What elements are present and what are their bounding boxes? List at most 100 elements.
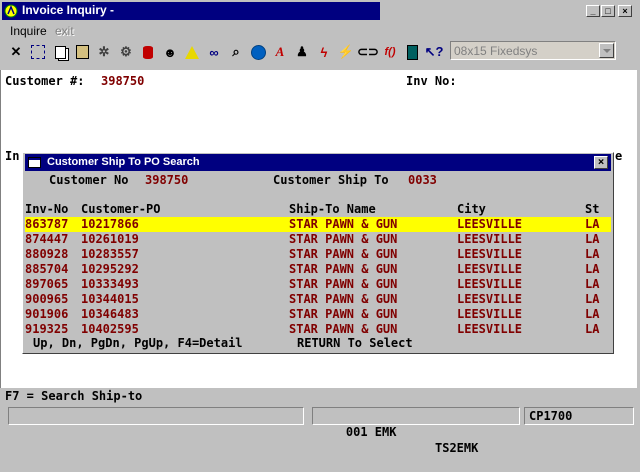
search-icon[interactable]: ⌕ — [226, 42, 246, 62]
column-header-city: City — [457, 202, 486, 216]
database-icon[interactable] — [138, 42, 158, 62]
minimize-button[interactable]: _ — [586, 5, 600, 17]
settings-icon[interactable]: ✲ — [94, 42, 114, 62]
cell-customer-po: 10261019 — [81, 232, 139, 246]
paste-icon[interactable] — [72, 42, 92, 62]
cell-ship-to-name: STAR PAWN & GUN — [289, 277, 398, 291]
clipped-text-left: In — [5, 149, 20, 163]
cell-ship-to-name: STAR PAWN & GUN — [289, 232, 398, 246]
user-icon[interactable]: ☻ — [160, 42, 180, 62]
flash-doc-icon[interactable]: ⚡ — [336, 42, 356, 62]
dialog-close-button[interactable]: × — [594, 156, 608, 169]
cell-ship-to-name: STAR PAWN & GUN — [289, 217, 398, 231]
table-row[interactable]: 885704 10295292 STAR PAWN & GUN LEESVILLE LA — [25, 262, 611, 277]
cell-customer-po: 10344015 — [81, 292, 139, 306]
binoculars-icon[interactable]: ∞ — [204, 42, 224, 62]
ship-to-value: 0033 — [408, 173, 437, 187]
window-title: Invoice Inquiry - — [22, 3, 115, 17]
cell-ship-to-name: STAR PAWN & GUN — [289, 262, 398, 276]
cell-customer-po: 10217866 — [81, 217, 139, 231]
cell-customer-po: 10295292 — [81, 262, 139, 276]
column-header-state: St — [585, 202, 600, 216]
person-icon[interactable]: ♟ — [292, 42, 312, 62]
cell-city: LEESVILLE — [457, 292, 523, 306]
ship-to-label: Customer Ship To — [273, 173, 389, 187]
font-select-value: 08x15 Fixedsys — [454, 44, 538, 58]
dialog-title: Customer Ship To PO Search — [47, 156, 200, 168]
cell-ship-to-name: STAR PAWN & GUN — [289, 322, 398, 336]
menu-bar: Inquire exit — [0, 23, 640, 40]
cell-inv-no: 885704 — [25, 262, 69, 276]
list-icon[interactable] — [402, 42, 422, 62]
table-row[interactable]: 900965 10344015 STAR PAWN & GUN LEESVILLE LA — [25, 292, 611, 307]
cell-state: LA — [585, 307, 600, 321]
link-icon[interactable]: ⊂⊃ — [357, 42, 379, 62]
select-icon[interactable] — [28, 42, 48, 62]
maximize-button[interactable]: □ — [601, 5, 615, 17]
status-session-id: TS2EMK — [435, 441, 479, 455]
menu-exit[interactable]: exit — [55, 24, 74, 38]
status-message — [8, 407, 304, 425]
cell-customer-po: 10346483 — [81, 307, 139, 321]
function-key-hint: F7 = Search Ship-to — [5, 389, 143, 403]
column-header-inv-no: Inv-No — [25, 202, 69, 216]
cell-city: LEESVILLE — [457, 307, 523, 321]
status-code: CP1700 — [524, 407, 634, 425]
close-x-icon[interactable]: ✕ — [6, 42, 26, 62]
window-icon — [28, 157, 41, 168]
cell-inv-no: 897065 — [25, 277, 69, 291]
table-row[interactable]: 901906 10346483 STAR PAWN & GUN LEESVILLE LA — [25, 307, 611, 322]
table-row[interactable]: 880928 10283557 STAR PAWN & GUN LEESVILLE LA — [25, 247, 611, 262]
customer-no-label: Customer No — [49, 173, 129, 187]
cell-city: LEESVILLE — [457, 247, 523, 261]
globe-icon[interactable] — [248, 42, 268, 62]
menu-inquire[interactable]: Inquire — [10, 24, 47, 38]
customer-value: 398750 — [101, 74, 145, 88]
column-header-ship-to-name: Ship-To Name — [289, 202, 376, 216]
cell-city: LEESVILLE — [457, 262, 523, 276]
table-row[interactable]: 919325 10402595 STAR PAWN & GUN LEESVILLE LA — [25, 322, 611, 337]
cell-inv-no: 863787 — [25, 217, 69, 231]
cell-state: LA — [585, 277, 600, 291]
warning-icon[interactable] — [182, 42, 202, 62]
table-row-selected[interactable]: 863787 10217866 STAR PAWN & GUN LEESVILLE LA — [25, 217, 611, 232]
column-header-customer-po: Customer-PO — [81, 202, 161, 216]
cell-state: LA — [585, 262, 600, 276]
status-bar: 001 EMK TS2EMK CP1700 — [0, 405, 640, 455]
customer-label: Customer #: — [5, 74, 85, 88]
table-row[interactable]: 874447 10261019 STAR PAWN & GUN LEESVILLE LA — [25, 232, 611, 247]
navigation-keys-hint: Up, Dn, PgDn, PgUp, F4=Detail — [33, 336, 243, 350]
title-bar: Invoice Inquiry - _ □ × — [0, 0, 640, 22]
cell-city: LEESVILLE — [457, 217, 523, 231]
font-select[interactable]: 08x15 Fixedsys — [450, 41, 616, 60]
app-icon[interactable] — [4, 4, 18, 18]
cell-inv-no: 901906 — [25, 307, 69, 321]
table-row[interactable]: 897065 10333493 STAR PAWN & GUN LEESVILLE LA — [25, 277, 611, 292]
status-user: 001 EMK — [345, 425, 397, 439]
cell-city: LEESVILLE — [457, 277, 523, 291]
cell-customer-po: 10402595 — [81, 322, 139, 336]
lightning-icon[interactable]: ϟ — [314, 42, 334, 62]
copy-icon[interactable] — [50, 42, 70, 62]
cell-inv-no: 919325 — [25, 322, 69, 336]
dialog-title-bar: Customer Ship To PO Search × — [25, 154, 611, 171]
cell-state: LA — [585, 232, 600, 246]
chevron-down-icon[interactable] — [599, 43, 614, 58]
function-icon[interactable]: f() — [380, 42, 400, 62]
customer-no-value: 398750 — [145, 173, 189, 187]
ship-to-search-dialog: Customer Ship To PO Search × Customer No… — [22, 152, 614, 354]
cell-state: LA — [585, 247, 600, 261]
cell-ship-to-name: STAR PAWN & GUN — [289, 247, 398, 261]
cell-inv-no: 880928 — [25, 247, 69, 261]
cell-inv-no: 874447 — [25, 232, 69, 246]
cell-state: LA — [585, 322, 600, 336]
cell-city: LEESVILLE — [457, 322, 523, 336]
config-icon[interactable]: ⚙ — [116, 42, 136, 62]
close-button[interactable]: × — [618, 5, 632, 17]
cell-customer-po: 10283557 — [81, 247, 139, 261]
inv-no-label: Inv No: — [406, 74, 457, 88]
clipped-text-right: e — [615, 149, 623, 163]
cell-state: LA — [585, 292, 600, 306]
letter-a-icon[interactable]: A — [270, 42, 290, 62]
help-pointer-icon[interactable]: ↖? — [424, 42, 444, 62]
